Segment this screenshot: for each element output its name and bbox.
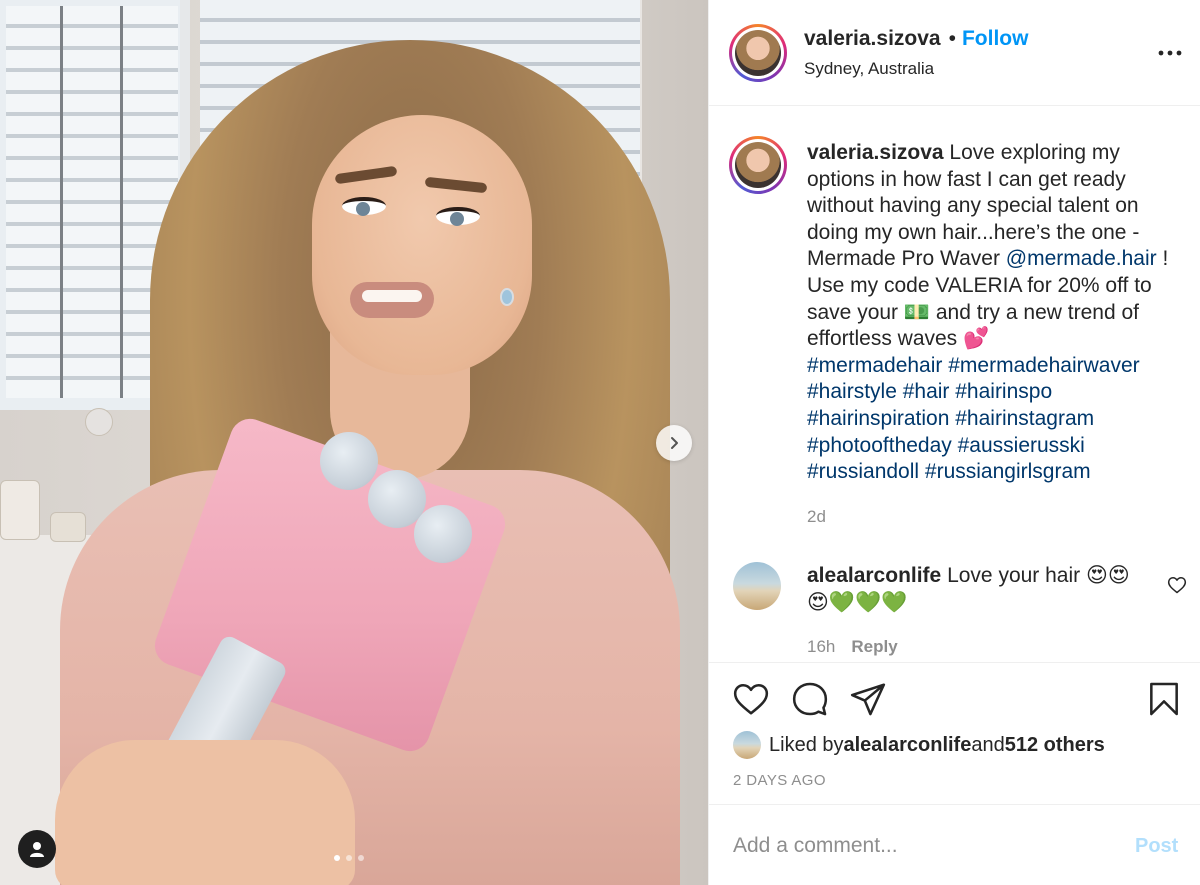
earring — [500, 288, 514, 306]
glass-knob — [85, 408, 113, 436]
more-options-button[interactable] — [1153, 40, 1187, 66]
eye — [342, 197, 386, 216]
speech-bubble-icon — [792, 682, 828, 716]
caption-avatar-image — [735, 142, 781, 188]
reply-button[interactable]: Reply — [851, 637, 897, 657]
commenter-avatar[interactable] — [733, 562, 781, 610]
carousel-dots — [334, 855, 364, 861]
post-comment-button[interactable]: Post — [1135, 835, 1178, 858]
author-line: valeria.sizova • Follow — [804, 27, 1028, 51]
waver-barrel — [320, 432, 378, 490]
caption-avatar[interactable] — [729, 136, 787, 194]
like-button[interactable] — [732, 680, 770, 718]
carousel-dot — [346, 855, 352, 861]
post-location[interactable]: Sydney, Australia — [804, 59, 934, 79]
post-header: valeria.sizova • Follow Sydney, Australi… — [709, 0, 1200, 106]
liked-by-middle: and — [971, 733, 1005, 756]
add-comment-bar: Post — [709, 804, 1200, 885]
post-date[interactable]: 2 DAYS AGO — [733, 772, 826, 789]
more-horizontal-icon — [1158, 50, 1182, 56]
user-icon — [30, 842, 44, 857]
candle-jar — [50, 512, 86, 542]
post-photo[interactable] — [0, 0, 708, 885]
caption-username[interactable]: valeria.sizova — [807, 141, 944, 164]
heart-outline-icon — [1167, 577, 1187, 594]
share-button[interactable] — [849, 680, 887, 718]
eye — [436, 207, 480, 226]
follow-button[interactable]: Follow — [962, 27, 1029, 51]
carousel-dot-active — [334, 855, 340, 861]
caption-mention[interactable]: @mermade.hair — [1006, 247, 1157, 270]
paper-plane-icon — [850, 683, 886, 716]
author-avatar-image — [735, 30, 781, 76]
save-button[interactable] — [1145, 680, 1183, 718]
comment-username[interactable]: alealarconlife — [807, 564, 941, 587]
author-username[interactable]: valeria.sizova — [804, 27, 941, 51]
comment-button[interactable] — [791, 680, 829, 718]
heart-outline-icon — [733, 683, 769, 715]
post-caption: valeria.sizova Love exploring my options… — [807, 140, 1187, 486]
tagged-users-button[interactable] — [18, 830, 56, 868]
author-avatar[interactable] — [729, 24, 787, 82]
flower-vase — [0, 480, 40, 540]
comment: alealarconlife Love your hair 😍😍😍💚💚💚 — [807, 563, 1147, 616]
header-separator: • — [948, 27, 956, 50]
waver-barrel — [414, 505, 472, 563]
comment-like-button[interactable] — [1167, 575, 1187, 595]
blind-cord — [60, 6, 63, 398]
caption-hashtags[interactable]: #mermadehair #mermadehairwaver #hairstyl… — [807, 354, 1140, 483]
liked-by-user[interactable]: alealarconlife — [844, 734, 972, 757]
comment-meta: 16h Reply — [807, 637, 898, 657]
post-actions: Liked by alealarconlife and 512 others 2… — [709, 662, 1200, 802]
liked-by-others[interactable]: 512 others — [1005, 734, 1105, 757]
liked-by: Liked by alealarconlife and 512 others — [733, 731, 1105, 759]
comment-time[interactable]: 16h — [807, 637, 835, 657]
face — [312, 115, 532, 375]
hands — [55, 740, 355, 885]
carousel-dot — [358, 855, 364, 861]
liked-by-avatar[interactable] — [733, 731, 761, 759]
comment-input[interactable] — [733, 831, 1113, 861]
post-side-panel: valeria.sizova • Follow Sydney, Australi… — [708, 0, 1200, 885]
caption-time[interactable]: 2d — [807, 507, 826, 527]
chevron-right-icon — [671, 437, 678, 449]
carousel-next-button[interactable] — [656, 425, 692, 461]
blind-cord — [120, 6, 123, 398]
liked-by-prefix: Liked by — [769, 733, 844, 756]
teeth — [362, 290, 422, 302]
bookmark-icon — [1150, 682, 1178, 716]
